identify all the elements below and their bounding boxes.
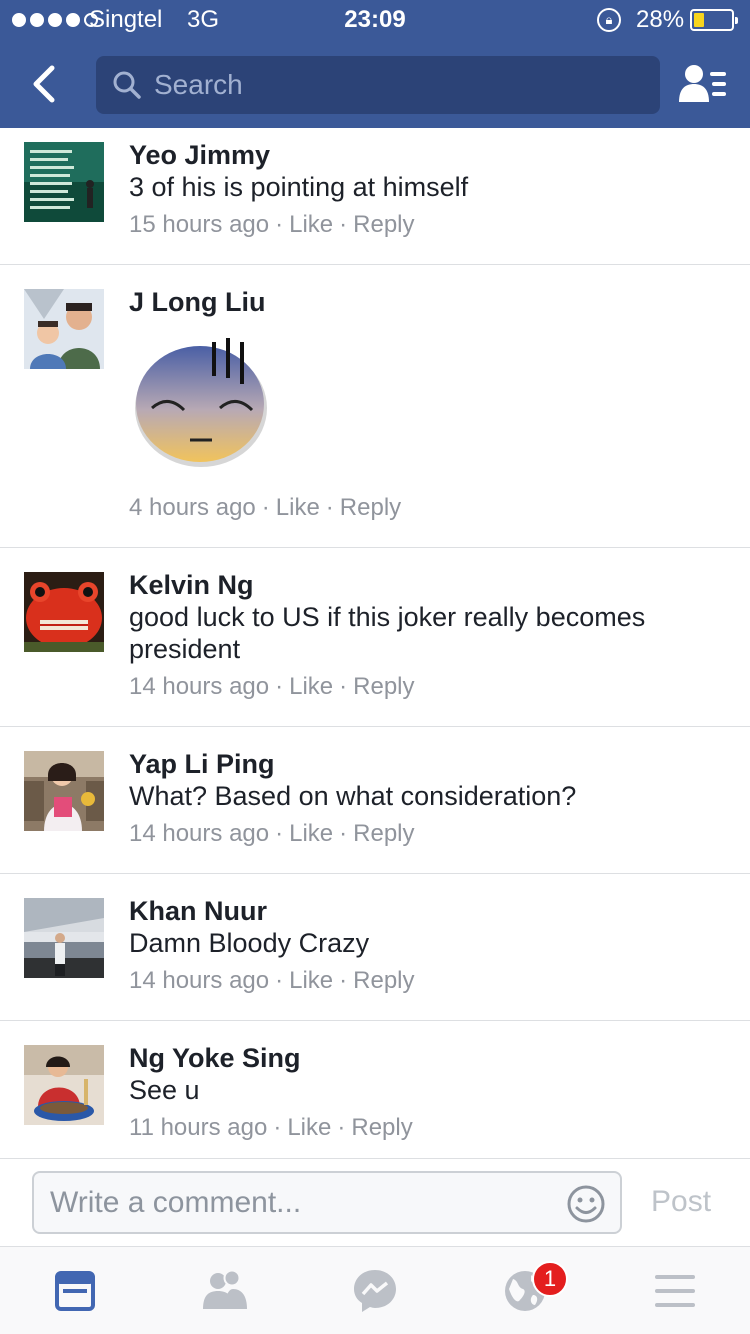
tab-notifications[interactable]: 1 xyxy=(495,1261,568,1317)
comment-timestamp[interactable]: 14 hours ago xyxy=(129,673,269,700)
chevron-left-icon xyxy=(33,65,55,103)
comment-composer: Post xyxy=(0,1158,750,1246)
meta-separator: · xyxy=(339,211,348,238)
avatar-image xyxy=(24,898,104,978)
comment-meta: 14 hours ago · Like · Reply xyxy=(129,967,415,995)
avatar[interactable] xyxy=(24,898,104,978)
comment-timestamp[interactable]: 14 hours ago xyxy=(129,967,269,994)
comment-input-box[interactable] xyxy=(32,1171,622,1234)
avatar[interactable] xyxy=(24,142,104,222)
meta-separator: · xyxy=(337,1114,346,1141)
reply-link[interactable]: Reply xyxy=(340,494,401,521)
post-button[interactable]: Post xyxy=(651,1185,711,1219)
comment-meta: 11 hours ago · Like · Reply xyxy=(129,1114,413,1142)
avatar[interactable] xyxy=(24,289,104,369)
meta-separator: · xyxy=(325,494,334,521)
avatar-image xyxy=(24,751,104,831)
comment-author[interactable]: J Long Liu xyxy=(129,287,265,318)
comment-author[interactable]: Ng Yoke Sing xyxy=(129,1043,301,1074)
reply-link[interactable]: Reply xyxy=(353,820,414,847)
comment-text: What? Based on what consideration? xyxy=(129,781,577,811)
comment-author[interactable]: Yeo Jimmy xyxy=(129,140,270,171)
comment-timestamp[interactable]: 4 hours ago xyxy=(129,494,256,521)
friends-list-button[interactable] xyxy=(678,62,728,106)
notification-badge: 1 xyxy=(532,1261,568,1297)
comment-item: Kelvin Ng good luck to US if this joker … xyxy=(0,548,750,727)
meta-separator: · xyxy=(339,967,348,994)
tab-news-feed[interactable] xyxy=(45,1265,105,1317)
news-feed-icon xyxy=(55,1271,95,1311)
tab-menu[interactable] xyxy=(645,1265,705,1317)
messenger-icon xyxy=(354,1270,396,1312)
comment-text: Damn Bloody Crazy xyxy=(129,928,370,958)
meta-separator: · xyxy=(339,820,348,847)
status-bar: Singtel 3G 23:09 🔒︎ 28% xyxy=(0,0,750,40)
meta-separator: · xyxy=(275,673,284,700)
sleepy-sweat-face-sticker xyxy=(135,338,267,467)
comment-item: Yap Li Ping What? Based on what consider… xyxy=(0,727,750,874)
like-link[interactable]: Like xyxy=(289,673,333,700)
comment-item: Yeo Jimmy 3 of his is pointing at himsel… xyxy=(0,128,750,265)
comment-item: Khan Nuur Damn Bloody Crazy 14 hours ago… xyxy=(0,874,750,1021)
top-navigation-bar: Singtel 3G 23:09 🔒︎ 28% xyxy=(0,0,750,128)
like-link[interactable]: Like xyxy=(289,211,333,238)
comment-meta: 15 hours ago · Like · Reply xyxy=(129,211,415,239)
bottom-tab-bar: 1 xyxy=(0,1246,750,1334)
reply-link[interactable]: Reply xyxy=(351,1114,412,1141)
avatar-image xyxy=(24,289,104,369)
search-input[interactable] xyxy=(154,64,644,106)
avatar-image xyxy=(24,1045,104,1125)
like-link[interactable]: Like xyxy=(276,494,320,521)
comment-author[interactable]: Kelvin Ng xyxy=(129,570,254,601)
battery-icon xyxy=(690,9,738,31)
back-button[interactable] xyxy=(28,62,68,106)
comment-timestamp[interactable]: 11 hours ago xyxy=(129,1114,267,1141)
avatar[interactable] xyxy=(24,1045,104,1125)
menu-icon xyxy=(655,1275,695,1307)
comment-author[interactable]: Khan Nuur xyxy=(129,896,267,927)
friend-requests-icon xyxy=(203,1269,247,1309)
comment-text: 3 of his is pointing at himself xyxy=(129,172,469,202)
comment-timestamp[interactable]: 15 hours ago xyxy=(129,211,269,238)
avatar[interactable] xyxy=(24,751,104,831)
battery-level xyxy=(694,13,705,27)
rotation-lock-icon: 🔒︎ xyxy=(597,8,621,32)
meta-separator: · xyxy=(275,820,284,847)
meta-separator: · xyxy=(275,211,284,238)
reply-link[interactable]: Reply xyxy=(353,967,414,994)
meta-separator: · xyxy=(273,1114,282,1141)
smiley-icon[interactable] xyxy=(566,1184,606,1224)
search-bar[interactable] xyxy=(96,56,660,114)
friends-list-icon xyxy=(679,65,726,102)
meta-separator: · xyxy=(261,494,270,521)
comment-author[interactable]: Yap Li Ping xyxy=(129,749,275,780)
battery-percent: 28% xyxy=(636,6,685,33)
comment-item: J Long Liu 4 hours ago · Like · Reply xyxy=(0,265,750,548)
comment-item: Ng Yoke Sing See u 11 hours ago · Like · Rep… xyxy=(0,1021,750,1158)
reply-link[interactable]: Reply xyxy=(353,673,414,700)
comment-meta: 4 hours ago · Like · Reply xyxy=(129,494,401,522)
avatar[interactable] xyxy=(24,572,104,652)
like-link[interactable]: Like xyxy=(289,967,333,994)
meta-separator: · xyxy=(339,673,348,700)
comment-text: See u xyxy=(129,1075,200,1105)
reply-link[interactable]: Reply xyxy=(353,211,414,238)
comment-text: good luck to US if this joker really bec… xyxy=(129,602,646,664)
search-icon xyxy=(113,71,141,99)
like-link[interactable]: Like xyxy=(289,820,333,847)
comment-list: Yeo Jimmy 3 of his is pointing at himsel… xyxy=(0,128,750,1158)
comment-timestamp[interactable]: 14 hours ago xyxy=(129,820,269,847)
meta-separator: · xyxy=(275,967,284,994)
like-link[interactable]: Like xyxy=(287,1114,331,1141)
avatar-image xyxy=(24,142,104,222)
comment-meta: 14 hours ago · Like · Reply xyxy=(129,673,415,701)
tab-friend-requests[interactable] xyxy=(195,1265,255,1317)
comment-input[interactable] xyxy=(50,1181,550,1225)
comment-meta: 14 hours ago · Like · Reply xyxy=(129,820,415,848)
avatar-image xyxy=(24,572,104,652)
tab-messenger[interactable] xyxy=(345,1265,405,1317)
